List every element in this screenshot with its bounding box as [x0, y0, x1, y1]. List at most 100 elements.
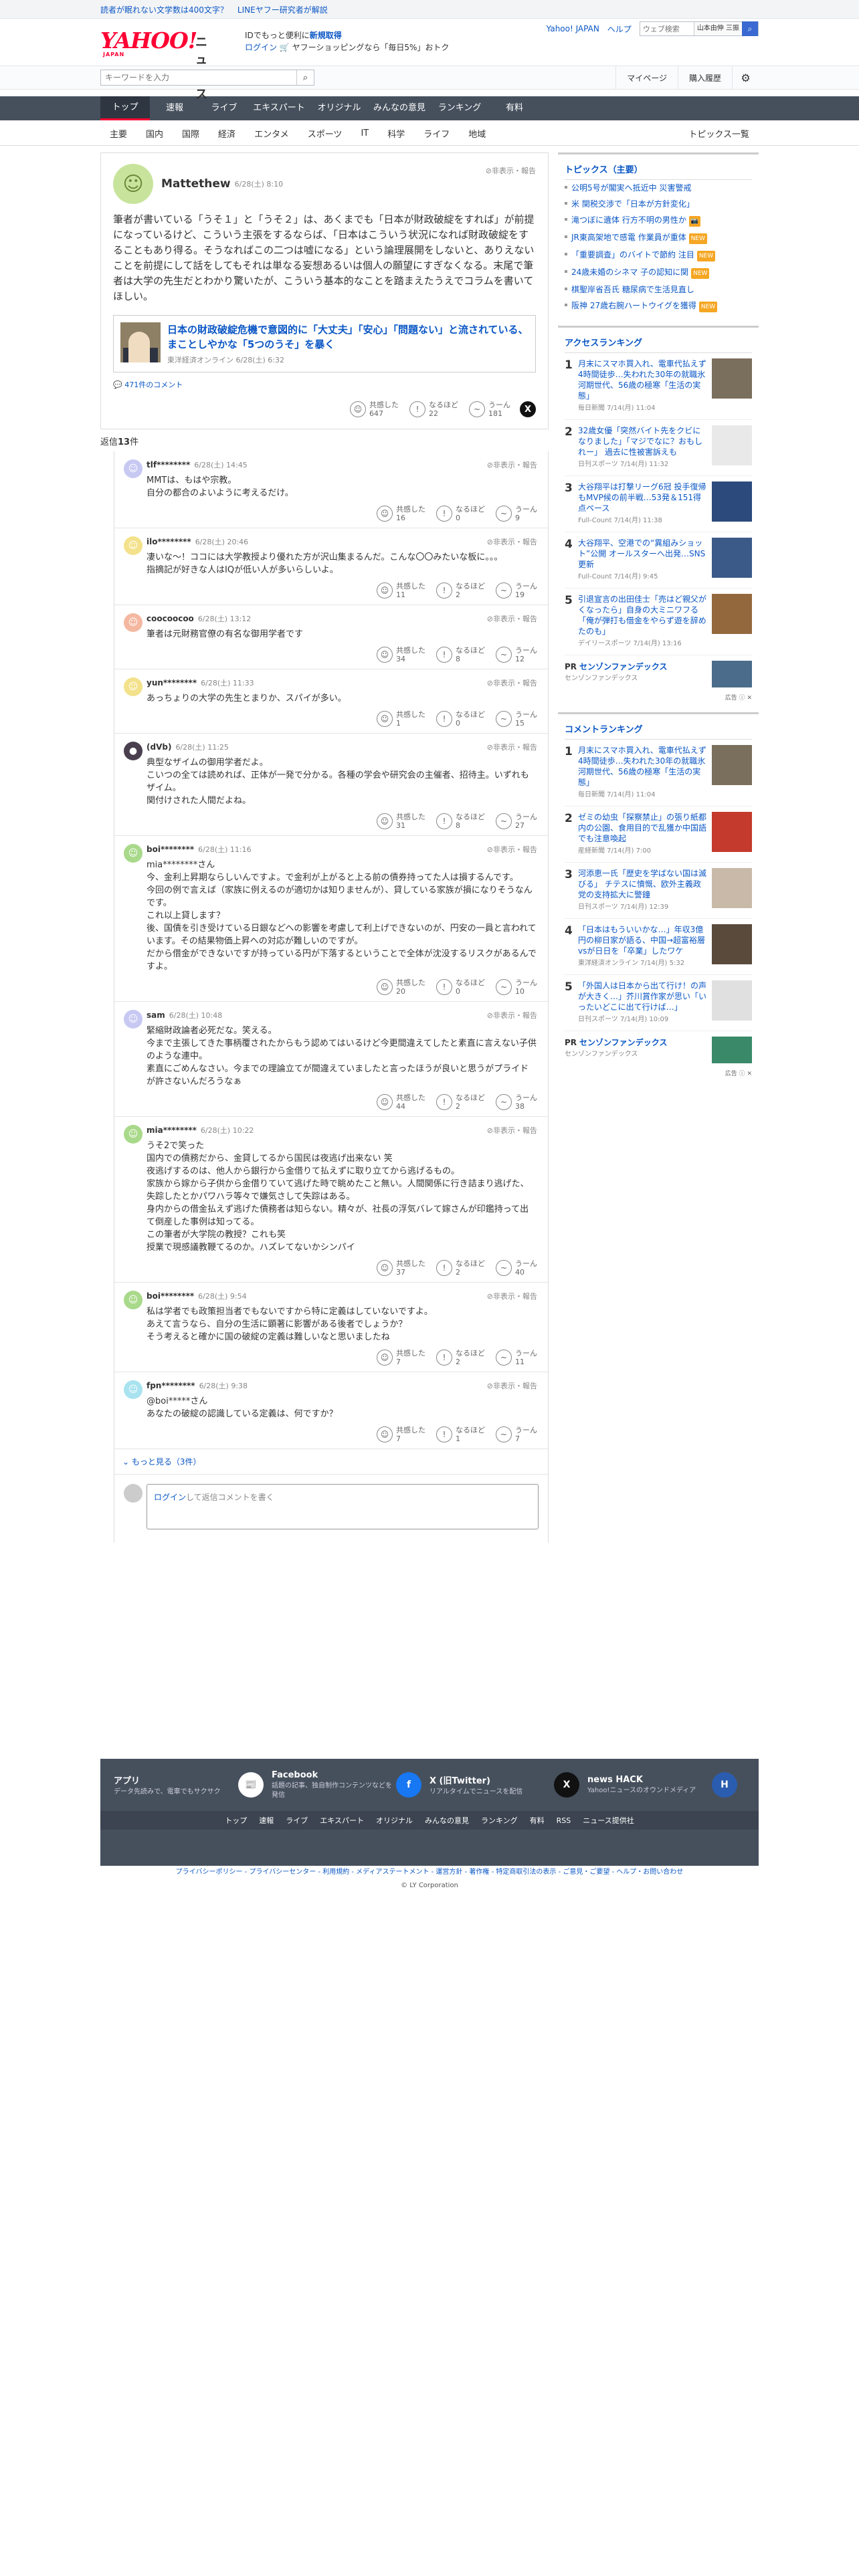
reply-author[interactable]: boi********	[147, 845, 194, 854]
rank-title[interactable]: 「外国人は日本から出て行け！の声が大きく…」芥川賞作家が思い「いったいどこに出て…	[578, 980, 706, 1012]
agree-button[interactable]: ☺ 共感した 7	[377, 1426, 425, 1443]
rank-title[interactable]: 月末にスマホ買入れ、電車代払えず4時間徒歩…失われた30年の就職氷河期世代、56…	[578, 358, 706, 401]
keyword-input[interactable]	[101, 70, 296, 85]
ranking-item[interactable]: 5 引退宣言の出田佳士「売はど親父がくなったら」自身の大ミニワフる「俺が弾打も借金…	[565, 588, 752, 655]
topic-item[interactable]: 公明5号が閣実へ抵近中 災害警戒	[565, 180, 752, 196]
uun-button[interactable]: ~ うーん 7	[496, 1426, 537, 1443]
access-ranking-title[interactable]: アクセスランキング	[565, 333, 752, 353]
topics-list-link[interactable]: トピックス一覧	[679, 127, 759, 140]
footer-link[interactable]: RSS	[557, 1816, 571, 1825]
report-link[interactable]: ⊘非表示・報告	[487, 1380, 537, 1391]
reply-input-box[interactable]: ログインして返信コメントを書く	[147, 1484, 539, 1529]
topic-item[interactable]: 「重要調査」のバイトで節約 注目 NEW	[565, 247, 752, 264]
ranking-item[interactable]: 4 「日本はもういいかな…」年収3億円の柳日家が語る、中国→超富裕層vsが日日を「…	[565, 919, 752, 975]
topic-item[interactable]: JR東高架地で感電 作業員が重体 NEW	[565, 229, 752, 247]
ranking-item[interactable]: 2 32歳女優「突然バイト先をクビになりました」「マジでなに？おもしれー」 過去に…	[565, 420, 752, 476]
agree-button[interactable]: ☺ 共感した 16	[377, 505, 425, 522]
mypage-link[interactable]: マイページ	[615, 66, 678, 89]
settings-button[interactable]: ⚙	[732, 66, 759, 89]
reply-author[interactable]: boi********	[147, 1291, 194, 1301]
comment-ranking-title[interactable]: コメントランキング	[565, 720, 752, 740]
login-link[interactable]: ログイン	[154, 1493, 186, 1502]
agree-button[interactable]: ☺ 共感した 34	[377, 646, 425, 663]
pr-ad[interactable]: PR センゾンファンデックス センゾンファンデックス	[565, 655, 752, 693]
nav-top[interactable]: トップ	[100, 96, 150, 120]
ranking-item[interactable]: 2 ゼミの幼虫「探察禁止」の張り紙都内の公園、食用目的で乱獲か中国語でも注意喚起産…	[565, 807, 752, 863]
web-search-button[interactable]: ⌕	[742, 21, 758, 36]
keyword-search-button[interactable]: ⌕	[296, 70, 314, 85]
uun-button[interactable]: ~ うーん 11	[496, 1349, 537, 1366]
avatar[interactable]: ☺	[124, 677, 142, 696]
naruhodo-button[interactable]: ! なるほど 2	[436, 1349, 485, 1366]
agree-button[interactable]: ☺ 共感した 31	[377, 813, 425, 830]
reply-author[interactable]: mia********	[147, 1125, 197, 1135]
nav-opinions[interactable]: みんなの意見	[369, 96, 430, 120]
x-share-button[interactable]: X	[520, 401, 536, 417]
comment-count-link[interactable]: 💬 471件のコメント	[113, 379, 536, 390]
report-link[interactable]: ⊘非表示・報告	[487, 677, 537, 688]
ranking-item[interactable]: 4 大谷翔平、空港での“異組みショット”公開 オールスターへ出発…SNS更新 Ful…	[565, 532, 752, 588]
comment-author[interactable]: Mattethew	[161, 177, 231, 191]
login-link[interactable]: ログイン	[245, 43, 277, 52]
report-link[interactable]: ⊘非表示・報告	[487, 536, 537, 547]
uun-button[interactable]: ~ うーん 181	[469, 401, 510, 418]
avatar[interactable]: ☺	[124, 459, 142, 478]
ranking-item[interactable]: 1 月末にスマホ買入れ、電車代払えず4時間徒歩…失われた30年の就職氷河期世代、5…	[565, 740, 752, 807]
register-link[interactable]: 新規取得	[310, 31, 342, 40]
pr-title[interactable]: センゾンファンデックス	[579, 662, 667, 671]
naruhodo-button[interactable]: ! なるほど 0	[436, 505, 485, 522]
footer-link[interactable]: トップ	[225, 1815, 247, 1826]
footer-link[interactable]: エキスパート	[320, 1815, 364, 1826]
uun-button[interactable]: ~ うーん 38	[496, 1093, 537, 1111]
yahoo-japan-link[interactable]: Yahoo! JAPAN	[547, 24, 599, 33]
rank-title[interactable]: 引退宣言の出田佳士「売はど親父がくなったら」自身の大ミニワフる「俺が弾打も借金を…	[578, 594, 706, 637]
subnav-world[interactable]: 国際	[173, 127, 209, 140]
agree-button[interactable]: ☺ 共感した 1	[377, 710, 425, 728]
avatar[interactable]: ☺	[124, 1010, 142, 1029]
topic-item[interactable]: 米 関税交渉で「日本が方針変化」	[565, 196, 752, 212]
naruhodo-button[interactable]: ! なるほど 2	[436, 582, 485, 599]
promo-link-2[interactable]: LINEヤフー研究者が解説	[237, 4, 328, 15]
yahoo-news-logo[interactable]: YAHOO! JAPAN ニュース	[100, 29, 207, 102]
footer-link[interactable]: みんなの意見	[425, 1815, 469, 1826]
report-link[interactable]: ⊘非表示・報告	[487, 613, 537, 624]
subnav-sports[interactable]: スポーツ	[298, 127, 352, 140]
agree-button[interactable]: ☺ 共感した 44	[377, 1093, 425, 1111]
ranking-item[interactable]: 3 大谷翔平は打撃リーグ6冠 投手復帰もMVP候の前半戦…53発＆151得点ペース…	[565, 476, 752, 532]
subnav-life[interactable]: ライフ	[414, 127, 459, 140]
more-replies-link[interactable]: ⌄ もっと見る（3件）	[114, 1449, 548, 1475]
footer-link[interactable]: 速報	[259, 1815, 274, 1826]
report-link[interactable]: ⊘非表示・報告	[487, 459, 537, 470]
reply-author[interactable]: ilo********	[147, 537, 191, 546]
footer-link[interactable]: ニュース提供社	[583, 1815, 634, 1826]
naruhodo-button[interactable]: ! なるほど 0	[436, 978, 485, 996]
report-link[interactable]: ⊘非表示・報告	[487, 1010, 537, 1021]
footer-social-item[interactable]: X (旧Twitter) リアルタイムでニュースを配信 X	[430, 1772, 587, 1798]
footer-link[interactable]: 有料	[530, 1815, 545, 1826]
rank-title[interactable]: 大谷翔平、空港での“異組みショット”公開 オールスターへ出発…SNS更新	[578, 538, 706, 570]
uun-button[interactable]: ~ うーん 15	[496, 710, 537, 728]
help-link[interactable]: ヘルプ	[607, 23, 632, 35]
footer-link[interactable]: ライブ	[286, 1815, 308, 1826]
footer-social-item[interactable]: Facebook 話題の記事、独自制作コンテンツなどを発信 f	[272, 1770, 430, 1800]
ranking-item[interactable]: 3 河添恵一氏「歴史を学ばない国は滅びる」 チテスに憤慨、欧外主義政党の支持拡大に…	[565, 863, 752, 919]
naruhodo-button[interactable]: ! なるほど 0	[436, 710, 485, 728]
subnav-local[interactable]: 地域	[459, 127, 495, 140]
topic-item[interactable]: 棋聖岸省吾氏 糖尿病で生活見直し	[565, 282, 752, 298]
pr-ad-2[interactable]: PR センゾンファンデックス センゾンファンデックス	[565, 1031, 752, 1069]
nav-expert[interactable]: エキスパート	[249, 96, 309, 120]
naruhodo-button[interactable]: ! なるほど 2	[436, 1259, 485, 1277]
subnav-main[interactable]: 主要	[100, 127, 136, 140]
uun-button[interactable]: ~ うーん 12	[496, 646, 537, 663]
shopping-promo-text[interactable]: ヤフーショッピングなら「毎日5%」おトク	[292, 43, 450, 52]
report-link[interactable]: ⊘非表示・報告	[486, 165, 536, 176]
reply-author[interactable]: (dVb)	[147, 742, 171, 752]
nav-original[interactable]: オリジナル	[309, 96, 369, 120]
history-link[interactable]: 購入履歴	[677, 66, 732, 89]
report-link[interactable]: ⊘非表示・報告	[487, 742, 537, 752]
agree-button[interactable]: ☺ 共感した 647	[350, 401, 399, 418]
footer-social-item[interactable]: アプリ データ先読みで、電車でもサクサク 📰	[114, 1772, 272, 1798]
pr-title-2[interactable]: センゾンファンデックス	[579, 1038, 667, 1047]
naruhodo-button[interactable]: ! なるほど 1	[436, 1426, 485, 1443]
avatar[interactable]: ☺	[124, 1380, 142, 1399]
